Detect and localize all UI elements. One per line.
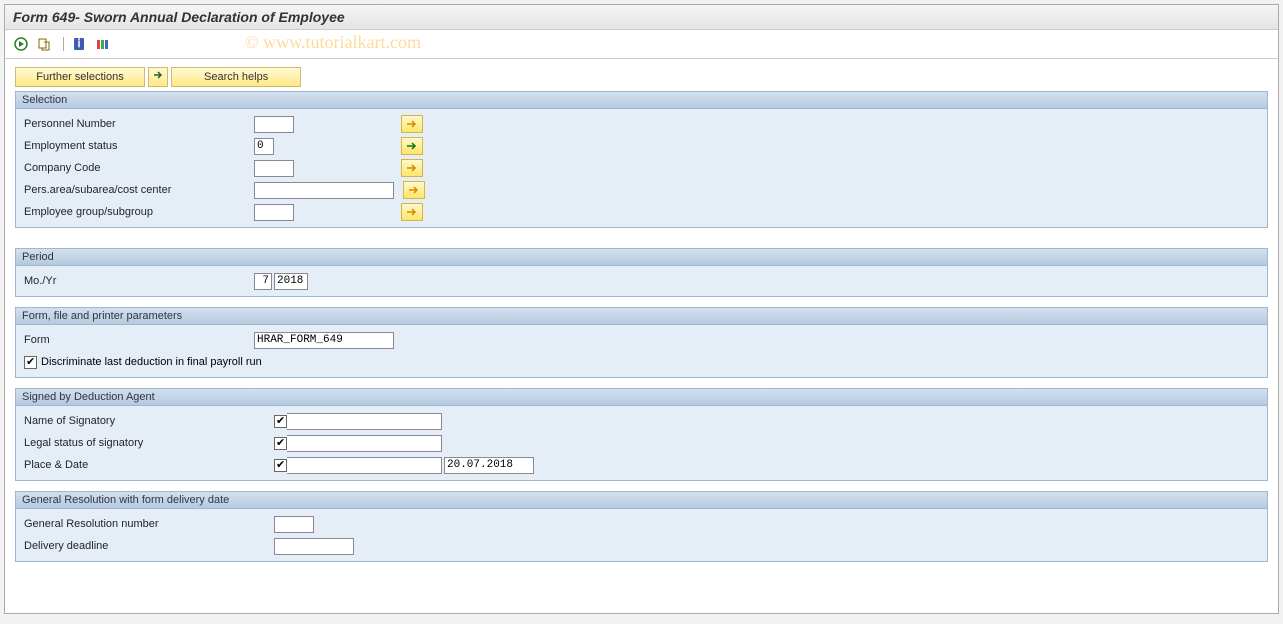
year-input[interactable]	[274, 273, 308, 290]
row-employment-status: Employment status	[24, 135, 1259, 157]
pers-area-multi-button[interactable]	[403, 181, 425, 199]
title-bar: Form 649- Sworn Annual Declaration of Em…	[5, 5, 1278, 30]
resolution-label: General Resolution number	[24, 518, 274, 530]
row-signatory-legal: Legal status of signatory	[24, 432, 1259, 454]
row-company-code: Company Code	[24, 157, 1259, 179]
emp-group-input[interactable]	[254, 204, 294, 221]
get-variant-icon[interactable]	[36, 36, 52, 52]
form-label: Form	[24, 334, 254, 346]
toolbar: ⅰ © www.tutorialkart.com	[5, 30, 1278, 59]
pers-area-input[interactable]	[254, 182, 394, 199]
signatory-legal-checkbox[interactable]	[274, 437, 287, 450]
page-title: Form 649- Sworn Annual Declaration of Em…	[13, 9, 345, 25]
group-selection: Selection Personnel Number Employment st…	[15, 91, 1268, 228]
signatory-name-input[interactable]	[287, 413, 442, 430]
personnel-number-input[interactable]	[254, 116, 294, 133]
top-button-row: Further selections Search helps	[15, 67, 1268, 87]
month-input[interactable]	[254, 273, 272, 290]
settings-icon[interactable]	[94, 36, 110, 52]
toolbar-separator	[63, 37, 64, 51]
row-discriminate: Discriminate last deduction in final pay…	[24, 351, 1259, 373]
group-general: General Resolution with form delivery da…	[15, 491, 1268, 562]
row-place-date: Place & Date	[24, 454, 1259, 476]
sap-window: Form 649- Sworn Annual Declaration of Em…	[4, 4, 1279, 614]
discriminate-checkbox[interactable]	[24, 356, 37, 369]
signatory-name-label: Name of Signatory	[24, 415, 254, 427]
discriminate-label: Discriminate last deduction in final pay…	[41, 356, 262, 368]
resolution-input[interactable]	[274, 516, 314, 533]
row-form: Form	[24, 329, 1259, 351]
form-content: Further selections Search helps Selectio…	[5, 59, 1278, 580]
group-period: Period Mo./Yr	[15, 248, 1268, 297]
row-resolution-number: General Resolution number	[24, 513, 1259, 535]
signatory-legal-input[interactable]	[287, 435, 442, 452]
personnel-number-label: Personnel Number	[24, 118, 254, 130]
company-code-label: Company Code	[24, 162, 254, 174]
moyear-label: Mo./Yr	[24, 275, 254, 287]
personnel-number-multi-button[interactable]	[401, 115, 423, 133]
signatory-name-checkbox[interactable]	[274, 415, 287, 428]
employment-status-label: Employment status	[24, 140, 254, 152]
group-formparams: Form, file and printer parameters Form D…	[15, 307, 1268, 378]
row-delivery-deadline: Delivery deadline	[24, 535, 1259, 557]
place-date-label: Place & Date	[24, 459, 254, 471]
group-formparams-title: Form, file and printer parameters	[16, 308, 1267, 325]
arrow-small-button[interactable]	[148, 67, 168, 87]
watermark: © www.tutorialkart.com	[245, 32, 421, 53]
info-icon[interactable]: ⅰ	[71, 36, 87, 52]
place-input[interactable]	[287, 457, 442, 474]
further-selections-button[interactable]: Further selections	[15, 67, 145, 87]
form-input[interactable]	[254, 332, 394, 349]
date-input[interactable]	[444, 457, 534, 474]
group-selection-title: Selection	[16, 92, 1267, 109]
company-code-multi-button[interactable]	[401, 159, 423, 177]
group-general-title: General Resolution with form delivery da…	[16, 492, 1267, 509]
employment-status-multi-button[interactable]	[401, 137, 423, 155]
pers-area-label: Pers.area/subarea/cost center	[24, 184, 254, 196]
group-period-title: Period	[16, 249, 1267, 266]
signatory-legal-label: Legal status of signatory	[24, 437, 254, 449]
group-signed: Signed by Deduction Agent Name of Signat…	[15, 388, 1268, 481]
row-signatory-name: Name of Signatory	[24, 410, 1259, 432]
row-emp-group: Employee group/subgroup	[24, 201, 1259, 223]
svg-text:ⅰ: ⅰ	[78, 38, 81, 50]
company-code-input[interactable]	[254, 160, 294, 177]
row-personnel-number: Personnel Number	[24, 113, 1259, 135]
place-checkbox[interactable]	[274, 459, 287, 472]
deadline-input[interactable]	[274, 538, 354, 555]
row-moyr: Mo./Yr	[24, 270, 1259, 292]
execute-icon[interactable]	[13, 36, 29, 52]
row-pers-area: Pers.area/subarea/cost center	[24, 179, 1259, 201]
group-signed-title: Signed by Deduction Agent	[16, 389, 1267, 406]
emp-group-multi-button[interactable]	[401, 203, 423, 221]
deadline-label: Delivery deadline	[24, 540, 274, 552]
search-helps-button[interactable]: Search helps	[171, 67, 301, 87]
emp-group-label: Employee group/subgroup	[24, 206, 254, 218]
employment-status-input[interactable]	[254, 138, 274, 155]
